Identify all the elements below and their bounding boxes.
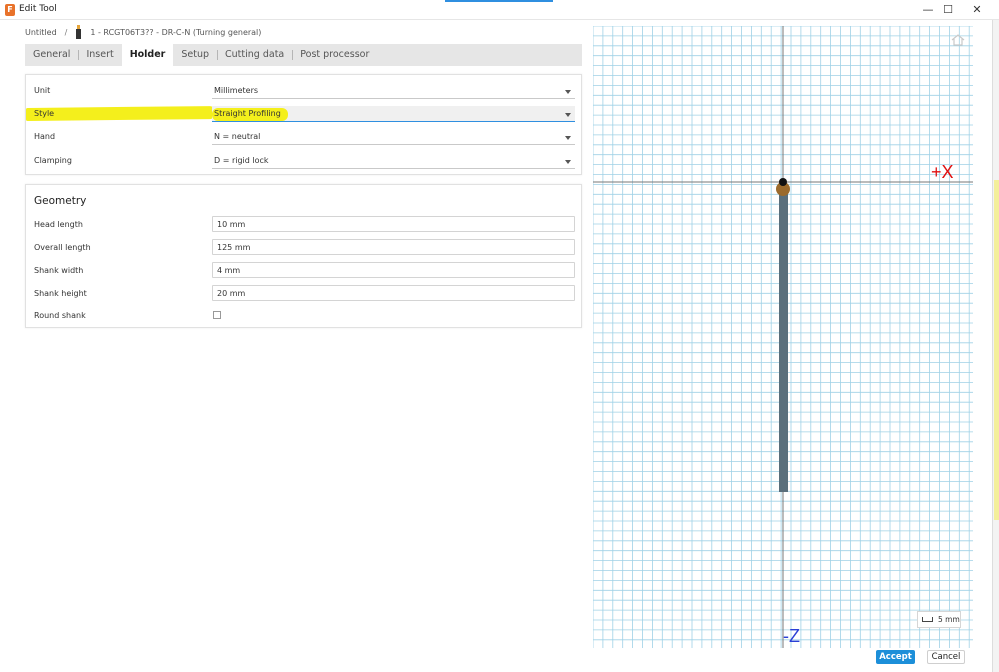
z-axis-label: -Z bbox=[783, 626, 800, 646]
scale-indicator: 5 mm bbox=[917, 611, 961, 628]
shank-width-input[interactable]: 4 mm bbox=[212, 262, 575, 278]
shank-height-value: 20 mm bbox=[217, 289, 246, 298]
round-shank-label: Round shank bbox=[34, 311, 86, 320]
tab-post-processor[interactable]: Post processor bbox=[292, 44, 377, 66]
round-shank-checkbox[interactable] bbox=[213, 311, 221, 319]
clamping-label: Clamping bbox=[34, 156, 72, 165]
tab-setup[interactable]: Setup bbox=[173, 44, 217, 66]
shank-height-label: Shank height bbox=[34, 289, 87, 298]
breadcrumb-root[interactable]: Untitled bbox=[25, 28, 57, 37]
hand-row: Hand N = neutral bbox=[26, 127, 583, 145]
shank-width-label: Shank width bbox=[34, 266, 84, 275]
chevron-down-icon bbox=[565, 160, 571, 164]
maximize-button[interactable]: ☐ bbox=[937, 2, 959, 18]
style-row: Style Straight Profiling bbox=[26, 104, 583, 122]
title-accent-line bbox=[445, 0, 553, 2]
geometry-panel: Geometry Head length 10 mm Overall lengt… bbox=[25, 184, 582, 328]
style-label: Style bbox=[34, 109, 55, 118]
clamping-row: Clamping D = rigid lock bbox=[26, 151, 583, 169]
chevron-down-icon bbox=[565, 113, 571, 117]
breadcrumb: Untitled / 1 - RCGT06T3?? - DR-C-N (Turn… bbox=[25, 25, 261, 39]
unit-row: Unit Millimeters bbox=[26, 81, 583, 99]
clamping-select[interactable]: D = rigid lock bbox=[212, 153, 575, 169]
scale-bar-icon bbox=[922, 617, 933, 622]
tool-preview-viewport[interactable]: +X -Z bbox=[593, 26, 973, 648]
tab-holder[interactable]: Holder bbox=[121, 44, 174, 66]
highlighter-mark bbox=[26, 106, 216, 121]
overall-length-row: Overall length 125 mm bbox=[26, 238, 583, 256]
breadcrumb-separator: / bbox=[64, 27, 68, 37]
geometry-title: Geometry bbox=[34, 195, 87, 207]
minimize-button[interactable]: — bbox=[917, 2, 939, 18]
unit-select[interactable]: Millimeters bbox=[212, 83, 575, 99]
shank-height-input[interactable]: 20 mm bbox=[212, 285, 575, 301]
hand-value: N = neutral bbox=[214, 132, 261, 141]
overall-length-label: Overall length bbox=[34, 243, 91, 252]
shank-height-row: Shank height 20 mm bbox=[26, 284, 583, 302]
tab-insert[interactable]: Insert bbox=[78, 44, 121, 66]
unit-value: Millimeters bbox=[214, 86, 259, 95]
head-length-value: 10 mm bbox=[217, 220, 246, 229]
scale-label: 5 mm bbox=[938, 615, 960, 624]
title-bar: F Edit Tool — ☐ ✕ bbox=[0, 0, 999, 20]
holder-shank bbox=[779, 186, 788, 492]
shank-width-value: 4 mm bbox=[217, 266, 241, 275]
round-shank-row: Round shank bbox=[26, 306, 583, 324]
clamping-value: D = rigid lock bbox=[214, 156, 269, 165]
hand-select[interactable]: N = neutral bbox=[212, 129, 575, 145]
overall-length-input[interactable]: 125 mm bbox=[212, 239, 575, 255]
head-length-label: Head length bbox=[34, 220, 83, 229]
cancel-button[interactable]: Cancel bbox=[927, 650, 965, 664]
close-button[interactable]: ✕ bbox=[966, 2, 988, 18]
tab-cutting-data[interactable]: Cutting data bbox=[217, 44, 292, 66]
window-title: Edit Tool bbox=[19, 4, 57, 14]
background-window-edge bbox=[992, 20, 999, 672]
unit-label: Unit bbox=[34, 86, 51, 95]
tool-tip-point bbox=[779, 178, 787, 186]
breadcrumb-tool: 1 - RCGT06T3?? - DR-C-N (Turning general… bbox=[90, 27, 262, 37]
chevron-down-icon bbox=[565, 136, 571, 140]
overall-length-value: 125 mm bbox=[217, 243, 251, 252]
style-value: Straight Profiling bbox=[214, 109, 281, 118]
holder-panel: Unit Millimeters Style Straight Profilin… bbox=[25, 74, 582, 175]
head-length-input[interactable]: 10 mm bbox=[212, 216, 575, 232]
shank-width-row: Shank width 4 mm bbox=[26, 261, 583, 279]
accept-button[interactable]: Accept bbox=[876, 650, 915, 664]
app-icon: F bbox=[5, 4, 15, 16]
home-view-icon[interactable] bbox=[951, 34, 965, 46]
head-length-row: Head length 10 mm bbox=[26, 215, 583, 233]
hand-label: Hand bbox=[34, 132, 56, 141]
tab-general[interactable]: General bbox=[25, 44, 78, 66]
chevron-down-icon bbox=[565, 90, 571, 94]
x-axis-label: +X bbox=[931, 162, 954, 182]
turning-tool-icon bbox=[75, 25, 82, 39]
style-select[interactable]: Straight Profiling bbox=[212, 106, 575, 122]
tab-bar: General Insert Holder Setup Cutting data… bbox=[25, 44, 582, 66]
